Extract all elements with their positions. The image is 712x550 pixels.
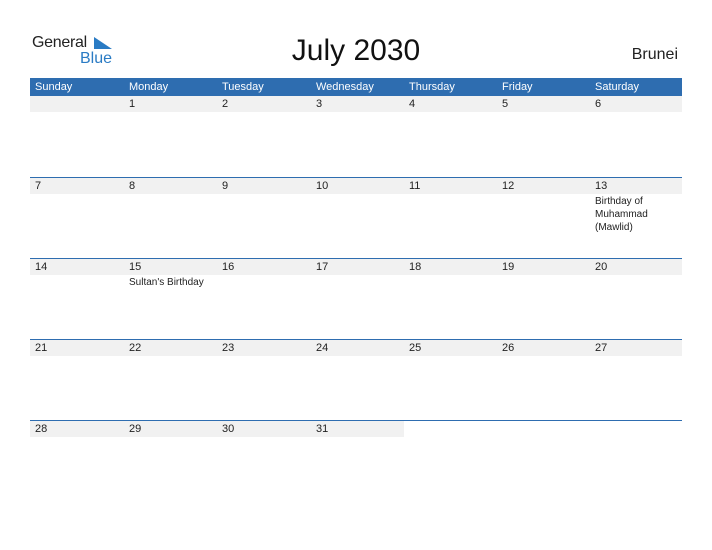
day-number: 22 [129, 342, 142, 354]
week-row: 28 29 30 31 [30, 420, 682, 501]
day-number: 7 [35, 180, 42, 192]
holiday-event [311, 356, 404, 357]
day-number: 9 [222, 180, 229, 192]
week-row: 14 15 16 17 18 19 20 Sultan's Birthday [30, 258, 682, 339]
holiday-event [124, 194, 217, 234]
day-number: 1 [129, 98, 136, 110]
day-number: 18 [409, 261, 422, 273]
holiday-event [217, 275, 311, 289]
day-number-strip: 21 22 23 24 25 26 27 [30, 340, 682, 356]
week-row: 7 8 9 10 11 12 13 Birthday of Muhammad (Mawlid) [30, 177, 682, 258]
day-number: 26 [502, 342, 515, 354]
day-number: 24 [316, 342, 329, 354]
day-number: 29 [129, 423, 142, 435]
holiday-event [30, 356, 124, 357]
holiday-event [590, 275, 682, 289]
day-number: 21 [35, 342, 48, 354]
holiday-event [311, 194, 404, 234]
weekday-header: Sunday Monday Tuesday Wednesday Thursday… [30, 78, 682, 96]
holiday-event [497, 275, 590, 289]
holiday-event: Birthday of Muhammad (Mawlid) [595, 196, 648, 233]
day-number: 28 [35, 423, 48, 435]
day-number-strip: 14 15 16 17 18 19 20 [30, 259, 682, 275]
day-number [404, 421, 497, 437]
day-number: 12 [502, 180, 515, 192]
day-number: 19 [502, 261, 515, 273]
weekday-monday: Monday [129, 81, 169, 93]
day-number [30, 96, 124, 112]
holiday-event [497, 437, 590, 438]
holiday-event [497, 194, 590, 234]
holiday-event [497, 112, 590, 113]
day-number: 4 [409, 98, 416, 110]
day-number: 15 [129, 261, 142, 273]
day-number: 30 [222, 423, 235, 435]
day-number: 20 [595, 261, 608, 273]
holiday-event [404, 356, 497, 357]
event-row: Birthday of Muhammad (Mawlid) [30, 194, 682, 234]
day-number: 6 [595, 98, 602, 110]
day-number: 2 [222, 98, 229, 110]
day-number: 25 [409, 342, 422, 354]
holiday-event [497, 356, 590, 357]
day-number-strip: 28 29 30 31 [30, 421, 682, 437]
week-row: 1 2 3 4 5 6 [30, 96, 682, 177]
weekday-tuesday: Tuesday [222, 81, 264, 93]
day-number: 3 [316, 98, 323, 110]
day-number: 16 [222, 261, 235, 273]
day-number: 14 [35, 261, 48, 273]
day-number-strip: 7 8 9 10 11 12 13 [30, 178, 682, 194]
day-number: 5 [502, 98, 509, 110]
day-number-strip: 1 2 3 4 5 6 [30, 96, 682, 112]
day-number: 10 [316, 180, 329, 192]
day-number [590, 421, 682, 437]
holiday-event [124, 356, 217, 357]
country-label: Brunei [631, 46, 678, 63]
holiday-event [217, 437, 311, 438]
event-row [30, 356, 682, 357]
event-row [30, 112, 682, 113]
week-row: 21 22 23 24 25 26 27 [30, 339, 682, 420]
day-number: 8 [129, 180, 136, 192]
holiday-event [217, 112, 311, 113]
day-number: 31 [316, 423, 329, 435]
weekday-saturday: Saturday [595, 81, 640, 93]
weeks-container: 1 2 3 4 5 6 7 8 9 10 11 12 13 Birthday of Muhammad (M… [30, 96, 682, 501]
event-row: Sultan's Birthday [30, 275, 682, 289]
weekday-friday: Friday [502, 81, 533, 93]
day-number: 23 [222, 342, 235, 354]
holiday-event [124, 437, 217, 438]
calendar-grid: Sunday Monday Tuesday Wednesday Thursday… [30, 78, 682, 501]
holiday-event [311, 112, 404, 113]
calendar-title: July 2030 [291, 34, 421, 67]
holiday-event [590, 356, 682, 357]
weekday-wednesday: Wednesday [316, 81, 374, 93]
day-number: 27 [595, 342, 608, 354]
day-number: 13 [595, 180, 608, 192]
day-number: 17 [316, 261, 329, 273]
weekday-thursday: Thursday [409, 81, 455, 93]
day-number: 11 [409, 180, 421, 192]
holiday-event [217, 356, 311, 357]
holiday-event [311, 437, 404, 438]
holiday-event [30, 275, 124, 289]
holiday-event [217, 194, 311, 234]
holiday-event [590, 437, 682, 438]
holiday-event [404, 194, 497, 234]
holiday-event [590, 112, 682, 113]
holiday-event [30, 112, 124, 113]
holiday-event [311, 275, 404, 289]
holiday-event [30, 194, 124, 234]
holiday-event [404, 437, 497, 438]
holiday-event [404, 275, 497, 289]
holiday-event [30, 437, 124, 438]
event-row [30, 437, 682, 438]
holiday-event: Sultan's Birthday [129, 277, 204, 288]
holiday-event [404, 112, 497, 113]
weekday-sunday: Sunday [35, 81, 73, 93]
holiday-event [124, 112, 217, 113]
day-number [497, 421, 590, 437]
